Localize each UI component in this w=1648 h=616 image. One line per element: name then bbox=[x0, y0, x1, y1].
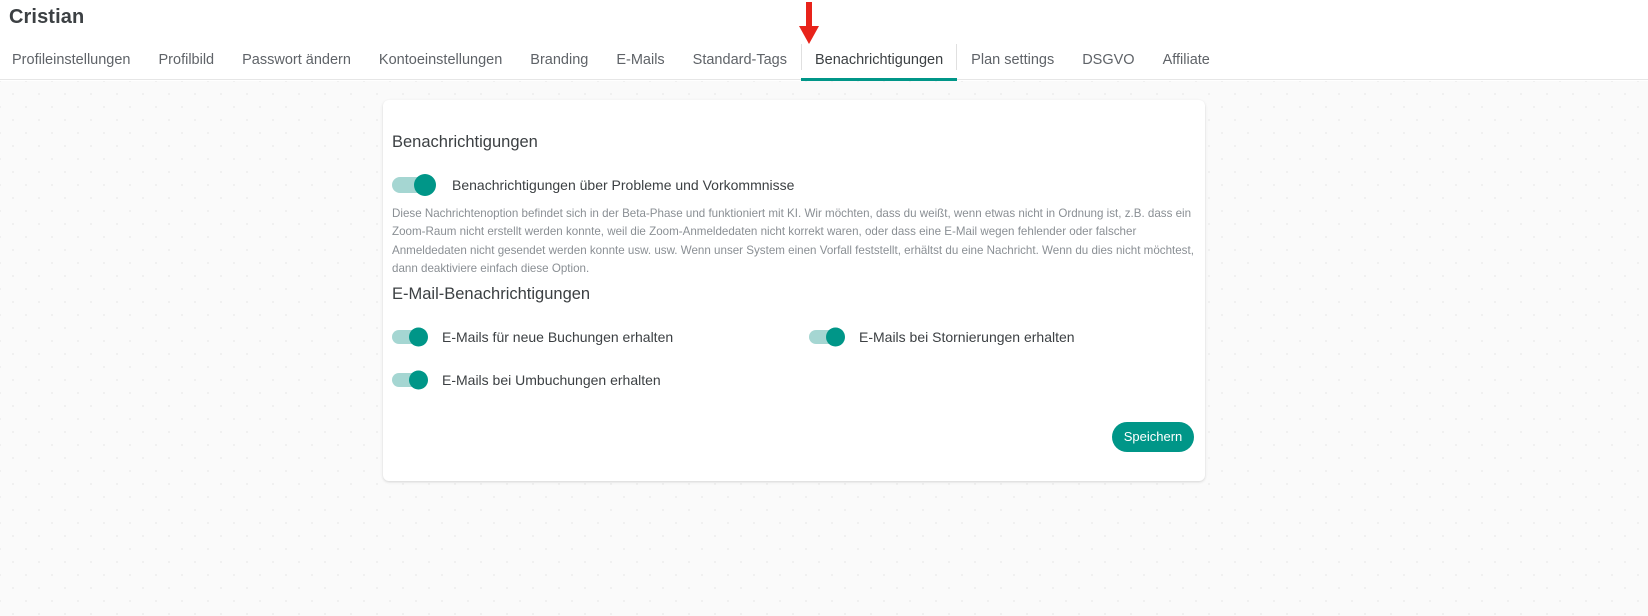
tab-passwort-aendern[interactable]: Passwort ändern bbox=[228, 40, 365, 80]
email-new-bookings-toggle[interactable] bbox=[392, 327, 428, 346]
toggle-knob bbox=[826, 327, 845, 346]
notifications-card: Benachrichtigungen Benachrichtigungen üb… bbox=[383, 100, 1205, 481]
toggle-knob bbox=[414, 174, 436, 196]
tab-plan-settings[interactable]: Plan settings bbox=[957, 40, 1068, 80]
tab-standard-tags[interactable]: Standard-Tags bbox=[679, 40, 801, 80]
tab-branding[interactable]: Branding bbox=[516, 40, 602, 80]
tab-label: Plan settings bbox=[971, 51, 1055, 68]
tab-emails[interactable]: E-Mails bbox=[602, 40, 678, 80]
notifications-section-title: Benachrichtigungen bbox=[392, 133, 538, 151]
tab-dsgvo[interactable]: DSGVO bbox=[1068, 40, 1148, 80]
page-header: Cristian Profileinstellungen Profilbild … bbox=[0, 0, 1648, 81]
tab-label: Profilbild bbox=[158, 51, 215, 68]
email-cancellations-row: E-Mails bei Stornierungen erhalten bbox=[809, 327, 1075, 346]
toggle-knob bbox=[409, 327, 428, 346]
email-cancellations-label: E-Mails bei Stornierungen erhalten bbox=[859, 328, 1075, 345]
notifications-description: Diese Nachrichtenoption befindet sich in… bbox=[392, 207, 1194, 275]
tab-affiliate[interactable]: Affiliate bbox=[1149, 40, 1224, 80]
tab-label: Kontoeinstellungen bbox=[378, 51, 503, 68]
tab-label: Branding bbox=[530, 51, 589, 68]
email-cancellations-toggle[interactable] bbox=[809, 327, 845, 346]
email-rebookings-toggle[interactable] bbox=[392, 370, 428, 389]
tab-profileinstellungen[interactable]: Profileinstellungen bbox=[0, 40, 145, 80]
app-root: Cristian Profileinstellungen Profilbild … bbox=[0, 0, 1648, 616]
email-new-bookings-label: E-Mails für neue Buchungen erhalten bbox=[442, 328, 674, 345]
email-section-title: E-Mail-Benachrichtigungen bbox=[392, 285, 591, 303]
page-title: Cristian bbox=[9, 6, 85, 28]
notifications-problems-label: Benachrichtigungen über Probleme und Vor… bbox=[452, 177, 795, 193]
tab-label: Benachrichtigungen bbox=[814, 51, 944, 68]
tab-label: Profileinstellungen bbox=[12, 51, 131, 68]
email-new-bookings-row: E-Mails für neue Buchungen erhalten bbox=[392, 327, 673, 346]
tab-label: Affiliate bbox=[1162, 51, 1210, 68]
email-rebookings-row: E-Mails bei Umbuchungen erhalten bbox=[392, 370, 661, 389]
tab-label: Passwort ändern bbox=[242, 51, 351, 68]
save-button[interactable]: Speichern bbox=[1112, 422, 1194, 452]
notifications-problems-toggle[interactable] bbox=[392, 174, 436, 196]
settings-tab-bar: Profileinstellungen Profilbild Passwort … bbox=[0, 40, 1224, 81]
tab-label: E-Mails bbox=[616, 51, 665, 68]
tab-label: Standard-Tags bbox=[692, 51, 787, 68]
tab-benachrichtigungen[interactable]: Benachrichtigungen bbox=[800, 40, 958, 81]
red-down-arrow-icon bbox=[799, 2, 819, 44]
tab-kontoeinstellungen[interactable]: Kontoeinstellungen bbox=[365, 40, 516, 80]
active-tab-underline bbox=[800, 78, 958, 81]
notifications-problems-row: Benachrichtigungen über Probleme und Vor… bbox=[392, 174, 794, 196]
tab-profilbild[interactable]: Profilbild bbox=[145, 40, 229, 80]
tab-label: DSGVO bbox=[1082, 51, 1135, 68]
toggle-knob bbox=[409, 370, 428, 389]
email-rebookings-label: E-Mails bei Umbuchungen erhalten bbox=[442, 371, 661, 388]
